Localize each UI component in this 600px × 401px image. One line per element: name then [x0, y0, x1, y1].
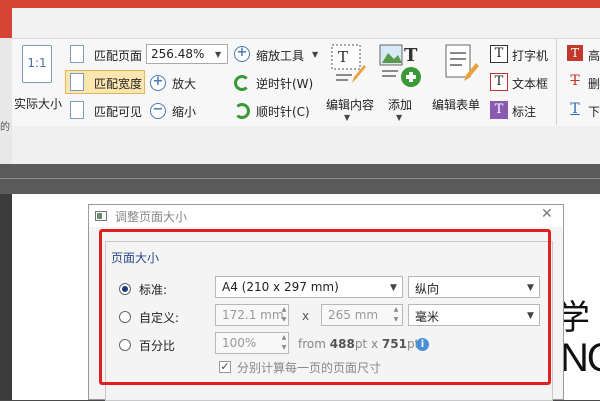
zoom-in-button[interactable]: 放大	[172, 75, 196, 92]
rotate-ccw-icon[interactable]	[234, 75, 250, 91]
document-left-shade	[0, 194, 12, 400]
strikeout-button-cut[interactable]: 删	[588, 75, 600, 92]
rotate-cw-button[interactable]: 顺时针(C)	[256, 103, 310, 120]
add-icon[interactable]: T	[378, 43, 424, 89]
fit-width-button[interactable]: 匹配宽度	[65, 70, 145, 94]
svg-text:T: T	[338, 48, 348, 66]
zoom-tool-dropdown-icon[interactable]: ▼	[312, 50, 318, 59]
annotation-icon[interactable]: T	[490, 101, 508, 119]
document-big-text: NO	[560, 336, 600, 380]
actual-size-icon[interactable]: 1:1	[22, 45, 52, 83]
edit-content-dropdown-icon[interactable]: ▼	[344, 113, 350, 122]
left-panel-edge	[0, 38, 12, 164]
dialog-window-icon	[95, 211, 107, 221]
highlight-annotation-box	[99, 229, 551, 385]
strikeout-icon[interactable]: T	[567, 73, 583, 89]
zoom-tool-icon[interactable]: +	[234, 46, 250, 62]
zoom-dropdown-icon[interactable]: ▼	[215, 50, 221, 59]
add-button[interactable]: 添加	[388, 96, 412, 113]
fit-width-label: 匹配宽度	[94, 77, 143, 91]
fit-page-icon[interactable]	[70, 45, 84, 63]
fit-visible-button[interactable]: 匹配可见	[94, 103, 142, 120]
fit-width-icon	[70, 73, 84, 91]
ribbon-toolbar: 1:1 实际大小 匹配页面 匹配宽度 匹配可见 256.48% ▼ + 放大 −…	[12, 38, 600, 127]
close-icon[interactable]: ✕	[541, 206, 553, 222]
fit-page-button[interactable]: 匹配页面	[94, 47, 142, 64]
app-top-strip	[0, 0, 600, 8]
rotate-ccw-button[interactable]: 逆时针(W)	[256, 75, 313, 92]
typewriter-icon[interactable]: T	[490, 45, 508, 63]
actual-size-label[interactable]: 实际大小	[14, 95, 62, 112]
zoom-value: 256.48%	[151, 47, 205, 61]
fit-visible-icon[interactable]	[70, 101, 84, 119]
typewriter-button[interactable]: 打字机	[512, 47, 548, 64]
textbox-icon[interactable]: T	[490, 73, 508, 91]
underline-button-cut[interactable]: 下	[588, 103, 600, 120]
add-dropdown-icon[interactable]: ▼	[396, 113, 402, 122]
zoom-tool-button[interactable]: 缩放工具	[256, 47, 304, 64]
app-left-strip	[0, 8, 12, 38]
actual-size-glyph: 1:1	[27, 56, 47, 70]
ribbon-bottom-area	[12, 126, 600, 164]
zoom-in-icon[interactable]: +	[150, 75, 166, 91]
underline-icon[interactable]: T	[567, 101, 583, 117]
edit-content-button[interactable]: 编辑内容	[326, 96, 374, 113]
edit-form-icon[interactable]	[444, 43, 480, 85]
ribbon-divider	[556, 39, 557, 125]
annotation-button[interactable]: 标注	[512, 103, 536, 120]
svg-text:T: T	[404, 45, 418, 66]
dialog-titlebar: 调整页面大小 ✕	[89, 205, 563, 227]
edit-content-icon[interactable]: T	[330, 43, 366, 85]
textbox-button[interactable]: 文本框	[512, 75, 548, 92]
zoom-out-button[interactable]: 缩小	[172, 103, 196, 120]
dialog-title: 调整页面大小	[115, 210, 188, 224]
zoom-out-icon[interactable]: −	[150, 103, 166, 119]
rotate-cw-icon[interactable]	[234, 103, 250, 119]
tab-bar	[12, 8, 600, 38]
highlight-button-cut[interactable]: 高	[588, 47, 600, 64]
resize-page-dialog: 调整页面大小 ✕ 页面大小 标准: A4 (210 x 297 mm) ▼ 纵向…	[88, 204, 564, 401]
document-top-band	[0, 164, 600, 194]
highlight-icon[interactable]: T	[567, 45, 583, 61]
left-cut-text-1: 的	[0, 122, 10, 133]
document-band-line	[0, 178, 600, 179]
edit-form-button[interactable]: 编辑表单	[432, 96, 480, 113]
